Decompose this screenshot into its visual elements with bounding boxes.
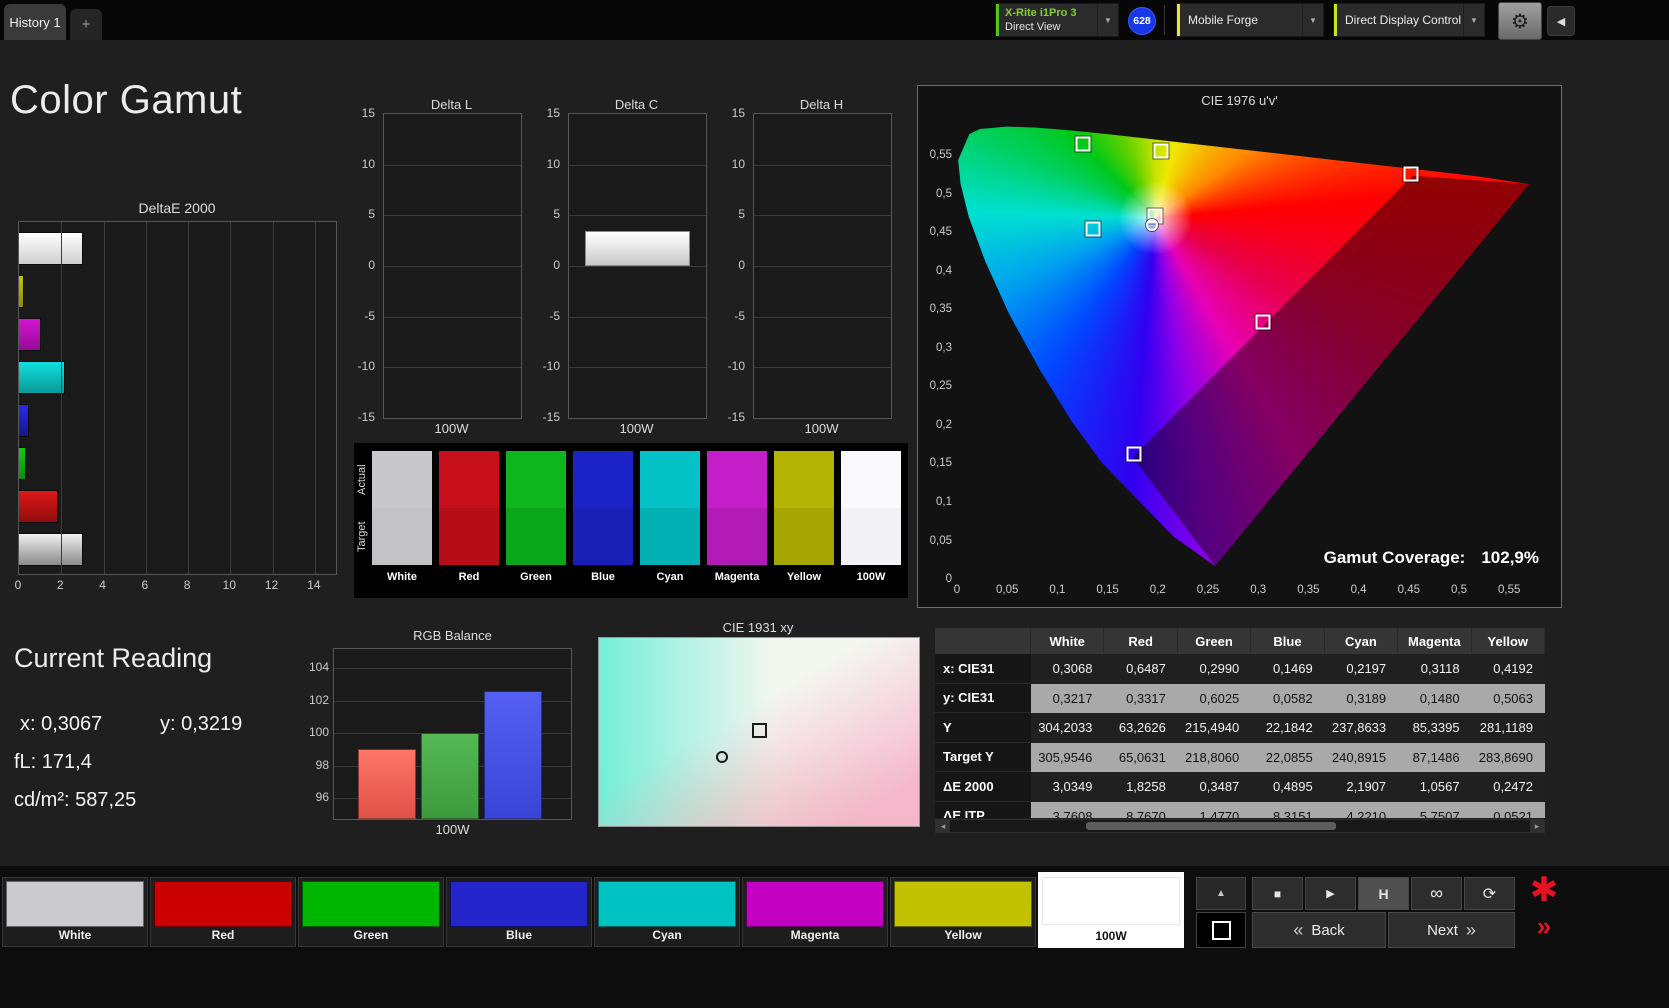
- infinity-icon: ∞: [1430, 883, 1443, 903]
- pattern-color-patch: [6, 881, 144, 927]
- pattern-button-yellow[interactable]: Yellow: [890, 877, 1036, 947]
- next-label: Next: [1427, 921, 1458, 939]
- pattern-label: Red: [211, 928, 235, 942]
- pattern-button-100w[interactable]: 100W: [1038, 872, 1184, 948]
- pattern-label: 100W: [1095, 929, 1127, 943]
- pattern-color-patch: [154, 881, 292, 927]
- play-icon: ▶: [1326, 888, 1335, 900]
- hold-icon: H: [1378, 885, 1389, 902]
- pattern-up-button[interactable]: ▲: [1196, 877, 1246, 910]
- pattern-label: Magenta: [790, 928, 840, 942]
- pattern-button-white[interactable]: White: [2, 877, 148, 947]
- pattern-button-cyan[interactable]: Cyan: [594, 877, 740, 947]
- pattern-window-button[interactable]: [1196, 912, 1246, 948]
- pattern-button-magenta[interactable]: Magenta: [742, 877, 888, 947]
- refresh-button[interactable]: ⟳: [1464, 877, 1515, 910]
- pattern-color-patch: [450, 881, 588, 927]
- logo-asterisk-icon: ✱: [1529, 871, 1559, 909]
- hold-button[interactable]: H: [1358, 877, 1409, 910]
- pattern-label: White: [58, 928, 92, 942]
- pattern-color-patch: [1042, 877, 1180, 925]
- continuous-measure-button[interactable]: ∞: [1411, 877, 1462, 910]
- pattern-buttons: White Red Green Blue Cyan Magenta Yellow 100W: [0, 0, 1669, 1008]
- back-label: Back: [1311, 921, 1345, 939]
- pattern-button-green[interactable]: Green: [298, 877, 444, 947]
- pattern-color-patch: [302, 881, 440, 927]
- next-button[interactable]: Next »: [1388, 912, 1515, 948]
- chevron-right-icon: »: [1465, 919, 1476, 940]
- pattern-color-patch: [894, 881, 1032, 927]
- stop-icon: ■: [1273, 886, 1282, 901]
- play-button[interactable]: ▶: [1305, 877, 1356, 910]
- pattern-label: Yellow: [944, 928, 982, 942]
- pattern-label: Cyan: [652, 928, 682, 942]
- refresh-icon: ⟳: [1482, 885, 1497, 903]
- window-icon: [1211, 920, 1231, 940]
- pattern-button-red[interactable]: Red: [150, 877, 296, 947]
- fast-forward-icon[interactable]: »: [1528, 910, 1560, 942]
- pattern-color-patch: [746, 881, 884, 927]
- pattern-label: Blue: [505, 928, 532, 942]
- up-arrow-icon: ▲: [1216, 888, 1226, 899]
- pattern-color-patch: [598, 881, 736, 927]
- chevron-left-icon: «: [1293, 919, 1304, 940]
- back-button[interactable]: « Back: [1252, 912, 1386, 948]
- pattern-label: Green: [353, 928, 389, 942]
- pattern-button-blue[interactable]: Blue: [446, 877, 592, 947]
- stop-button[interactable]: ■: [1252, 877, 1303, 910]
